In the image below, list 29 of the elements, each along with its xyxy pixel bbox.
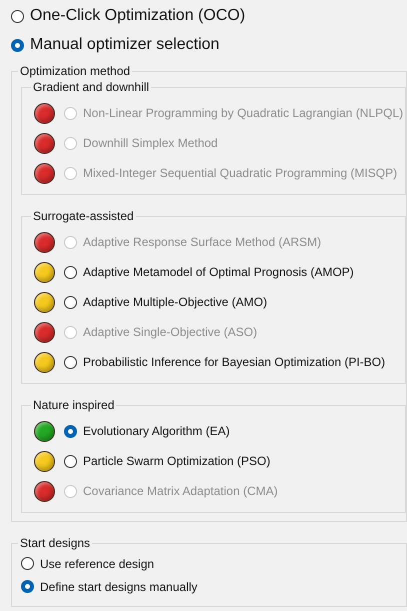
group-title: Gradient and downhill <box>32 80 150 94</box>
method-label: Probabilistic Inference for Bayesian Optimization (PI-BO) <box>83 355 386 369</box>
radio-button[interactable] <box>64 296 77 308</box>
method-label: Downhill Simplex Method <box>83 136 218 150</box>
method-label: Adaptive Single-Objective (ASO) <box>83 325 258 339</box>
method-label: Adaptive Metamodel of Optimal Prognosis (AMOP) <box>83 265 354 279</box>
method-label: Evolutionary Algorithm (EA) <box>83 424 230 438</box>
radio-button[interactable] <box>11 38 24 52</box>
radio-button[interactable] <box>64 424 77 438</box>
method-label: Particle Swarm Optimization (PSO) <box>83 454 270 468</box>
group-title: Surrogate-assisted <box>32 209 135 223</box>
radio-button[interactable] <box>64 454 77 468</box>
method-label: Adaptive Response Surface Method (ARSM) <box>83 235 322 249</box>
radio-button[interactable] <box>64 356 77 368</box>
group-title: Nature inspired <box>32 398 116 412</box>
radio-button[interactable] <box>11 10 24 22</box>
option-label: Define start designs manually <box>40 580 198 594</box>
radio-button[interactable] <box>64 266 77 278</box>
option-label: Manual optimizer selection <box>30 36 220 54</box>
group-title: Start designs <box>19 536 92 550</box>
radio-button[interactable] <box>21 580 34 593</box>
method-label: Covariance Matrix Adaptation (CMA) <box>83 484 278 498</box>
option-label: Use reference design <box>40 556 154 570</box>
option-label: One-Click Optimization (OCO) <box>30 7 246 25</box>
method-label: Non-Linear Programming by Quadratic Lagrangian (NLPQL) <box>83 106 404 120</box>
radio-button[interactable] <box>21 557 34 570</box>
group-title: Optimization method <box>19 64 132 78</box>
method-label: Adaptive Multiple-Objective (AMO) <box>83 295 268 309</box>
method-label: Mixed-Integer Sequential Quadratic Programming (MISQP) <box>83 166 398 180</box>
